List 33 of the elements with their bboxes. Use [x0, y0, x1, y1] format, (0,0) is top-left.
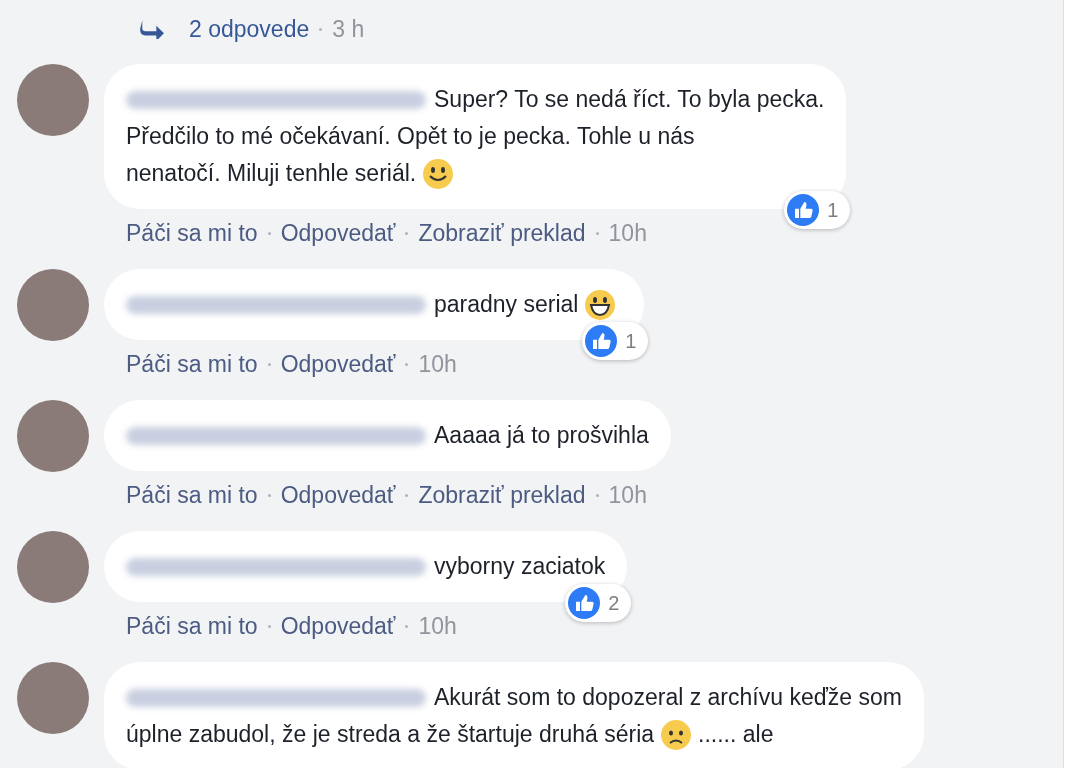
grinning-emoji-icon	[584, 288, 617, 321]
comment-text: vyborny zaciatok	[434, 552, 606, 581]
action-link[interactable]: Páči sa mi to	[126, 350, 258, 378]
like-reaction-badge[interactable]: 1	[582, 322, 649, 360]
like-reaction-badge[interactable]: 2	[565, 584, 632, 622]
action-link[interactable]: Odpovedať	[280, 612, 396, 640]
action-link[interactable]: Odpovedať	[280, 481, 396, 509]
comment-text: Akurát som to dopozeral z archívu keďže som	[434, 683, 902, 712]
thumbs-up-icon	[568, 587, 601, 619]
comment-text: nenatočí. Miluji tenhle seriál.	[126, 159, 417, 188]
comment-text: Předčilo to mé očekávaní. Opět to je pecka. Tohle u nás	[126, 122, 695, 151]
action-link[interactable]: Odpovedať	[280, 219, 396, 247]
action-link[interactable]: Páči sa mi to	[126, 612, 258, 640]
comment-text: Aaaaa já to prošvihla	[434, 421, 649, 450]
action-link[interactable]: Páči sa mi to	[126, 481, 258, 509]
action-link[interactable]: Zobraziť preklad	[418, 481, 586, 509]
thumbs-up-icon	[787, 194, 820, 226]
sad-emoji-icon	[660, 718, 693, 751]
comment-text: úplne zabudol, že je streda a že štartuje druhá séria	[126, 720, 655, 749]
like-reaction-badge[interactable]: 1	[784, 191, 851, 229]
reaction-count: 2	[608, 591, 620, 615]
thumbs-up-icon	[585, 325, 618, 357]
comment-text: Super? To se nedá říct. To byla pecka.	[434, 85, 825, 114]
replies-link[interactable]: 2 odpovede	[189, 15, 310, 43]
reaction-count: 1	[625, 329, 637, 353]
action-link[interactable]: Páči sa mi to	[126, 219, 258, 247]
reaction-count: 1	[827, 198, 839, 222]
action-link[interactable]: Zobraziť preklad	[418, 219, 586, 247]
comment-text: paradny serial	[434, 290, 579, 319]
smiley-emoji-icon	[422, 157, 455, 190]
reply-time: 3 h	[332, 15, 365, 43]
comment-text: ...... ale	[698, 720, 774, 749]
action-link[interactable]: Odpovedať	[280, 350, 396, 378]
